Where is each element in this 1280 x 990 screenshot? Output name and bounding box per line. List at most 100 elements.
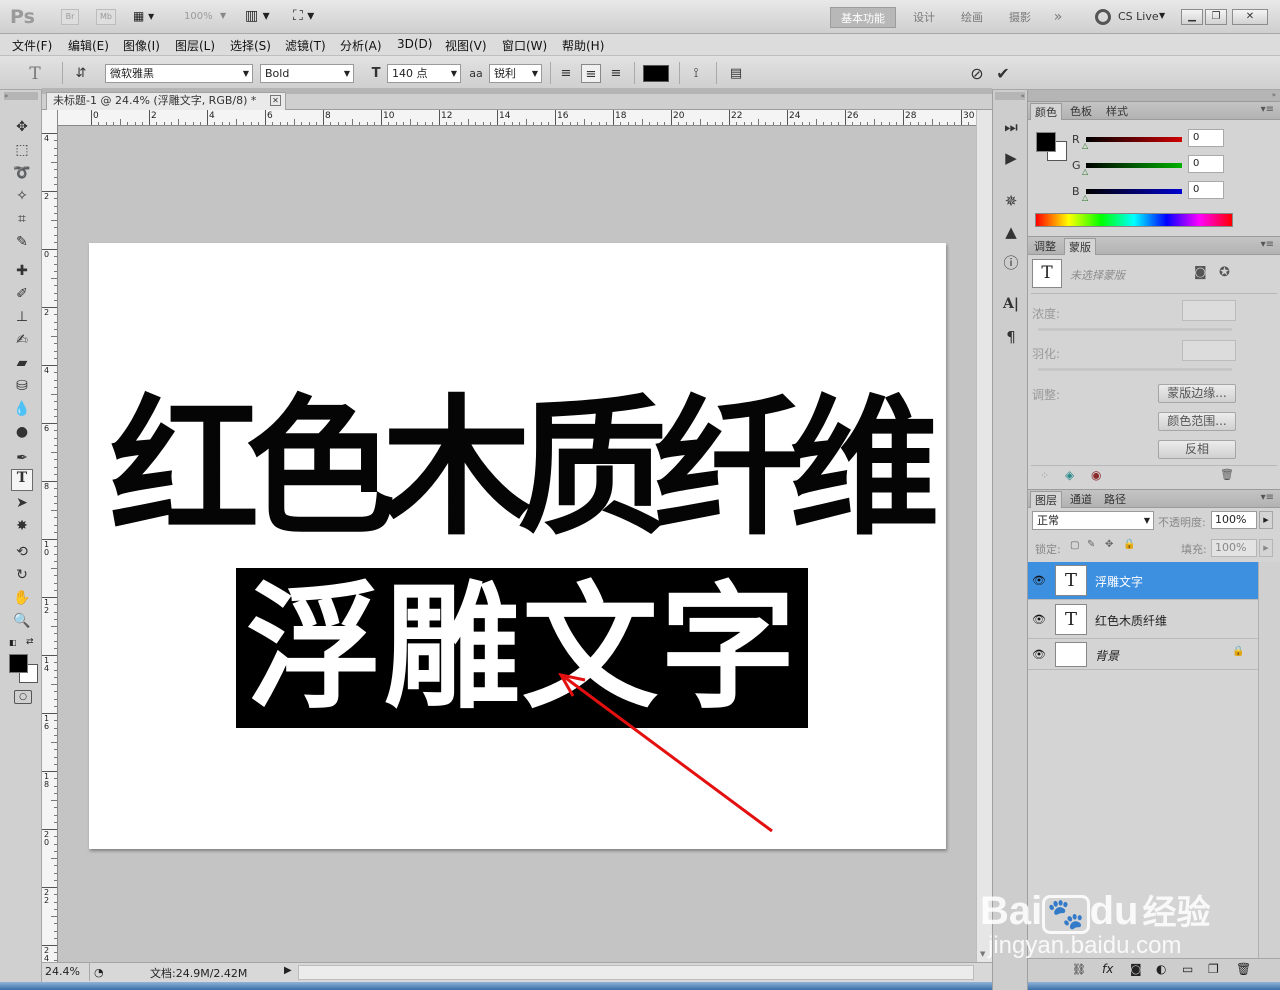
- lock-all-icon[interactable]: 🔒: [1123, 539, 1135, 550]
- tab-adjustments[interactable]: 调整: [1030, 238, 1060, 255]
- slider-handle-icon[interactable]: △: [1082, 141, 1088, 150]
- paint-bucket-tool-icon[interactable]: ⛁: [11, 375, 33, 397]
- visibility-eye-icon[interactable]: 👁: [1031, 573, 1047, 589]
- menu-layer[interactable]: 图层(L): [175, 37, 215, 54]
- close-window-button[interactable]: ✕: [1232, 9, 1268, 25]
- horizontal-scrollbar[interactable]: [298, 965, 974, 980]
- info-panel-icon[interactable]: ⓘ: [1000, 252, 1022, 274]
- opacity-input[interactable]: 100%: [1211, 511, 1257, 529]
- delete-mask-icon[interactable]: 🗑: [1220, 468, 1234, 481]
- opacity-slider-arrow-icon[interactable]: ▶: [1259, 511, 1273, 529]
- menu-analysis[interactable]: 分析(A): [340, 37, 382, 54]
- fill-input[interactable]: 100%: [1211, 539, 1257, 557]
- font-family-select[interactable]: 微软雅黑 ▼: [105, 64, 253, 83]
- type-tool-icon[interactable]: T: [11, 469, 33, 491]
- zoom-tool-icon[interactable]: 🔍: [11, 610, 33, 632]
- channel-b-input[interactable]: 0: [1188, 181, 1224, 199]
- workspace-photography[interactable]: 摄影: [1002, 7, 1038, 28]
- histogram-panel-icon[interactable]: ▲: [1000, 221, 1022, 243]
- tab-color[interactable]: 颜色: [1030, 103, 1062, 120]
- invert-button[interactable]: 反相: [1158, 440, 1236, 459]
- slider-handle-icon[interactable]: △: [1082, 193, 1088, 202]
- scroll-down-icon[interactable]: ▼: [980, 950, 985, 958]
- default-colors-icon[interactable]: ◧: [9, 638, 17, 647]
- extras-menu[interactable]: ▦ ▾: [133, 9, 165, 25]
- menu-3d[interactable]: 3D(D): [397, 37, 432, 51]
- history-panel-icon[interactable]: ⏭: [1000, 116, 1022, 138]
- character-panel-icon[interactable]: ▤: [726, 64, 746, 83]
- slider-handle-icon[interactable]: △: [1082, 167, 1088, 176]
- visibility-eye-icon[interactable]: 👁: [1031, 612, 1047, 628]
- screen-mode-icon[interactable]: ⛶ ▾: [293, 8, 314, 24]
- apply-mask-icon[interactable]: ◈: [1065, 468, 1074, 482]
- menu-help[interactable]: 帮助(H): [562, 37, 604, 54]
- delete-layer-icon[interactable]: 🗑: [1236, 962, 1251, 976]
- layer-row-red-wood[interactable]: 👁 T 红色木质纤维: [1028, 601, 1258, 639]
- font-size-select[interactable]: 140 点 ▼: [387, 64, 461, 83]
- layer-row-background[interactable]: 👁 背景 🔒: [1028, 640, 1258, 670]
- link-layers-icon[interactable]: ⛓: [1072, 963, 1086, 976]
- actions-panel-icon[interactable]: ▶: [1000, 147, 1022, 169]
- layer-name[interactable]: 红色木质纤维: [1095, 612, 1167, 629]
- warp-text-icon[interactable]: ⟟: [686, 64, 706, 83]
- panel-menu-icon[interactable]: ▾≡: [1261, 492, 1274, 503]
- cs-live-dropdown-icon[interactable]: ▼: [1159, 11, 1165, 20]
- text-orientation-icon[interactable]: ⇵: [71, 64, 91, 83]
- visibility-eye-icon[interactable]: 👁: [1031, 647, 1047, 663]
- feather-slider[interactable]: [1038, 368, 1232, 371]
- channel-b-slider[interactable]: [1086, 189, 1182, 194]
- layer-name[interactable]: 背景: [1095, 647, 1119, 664]
- restore-button[interactable]: ❐: [1205, 9, 1227, 25]
- menu-window[interactable]: 窗口(W): [502, 37, 547, 54]
- quick-select-tool-icon[interactable]: ✧: [11, 185, 33, 207]
- new-group-icon[interactable]: ▭: [1182, 962, 1193, 976]
- workspace-painting[interactable]: 绘画: [954, 7, 990, 28]
- adjustment-layer-icon[interactable]: ◐: [1156, 962, 1166, 976]
- align-center-icon[interactable]: ≡: [581, 64, 601, 83]
- lasso-tool-icon[interactable]: ➰: [11, 162, 33, 184]
- fill-slider-arrow-icon[interactable]: ▶: [1259, 539, 1273, 557]
- eraser-tool-icon[interactable]: ▰: [11, 352, 33, 374]
- panels-collapse-icon[interactable]: »: [1028, 90, 1280, 101]
- density-input[interactable]: [1182, 300, 1236, 321]
- channel-g-input[interactable]: 0: [1188, 155, 1224, 173]
- close-tab-icon[interactable]: ✕: [270, 95, 281, 106]
- vector-mask-icon[interactable]: ✪: [1219, 265, 1230, 280]
- cancel-edit-icon[interactable]: ⊘: [967, 64, 987, 83]
- history-brush-tool-icon[interactable]: ✍: [11, 329, 33, 351]
- minimize-button[interactable]: ▁: [1181, 9, 1203, 25]
- marquee-tool-icon[interactable]: ⬚: [11, 139, 33, 161]
- document-canvas[interactable]: 红色木质纤维 浮雕文字: [89, 243, 946, 849]
- brush-tool-icon[interactable]: ✐: [11, 283, 33, 305]
- panel-collapse-icon[interactable]: »: [4, 92, 38, 100]
- align-right-icon[interactable]: ≡: [606, 64, 626, 83]
- lock-pixels-icon[interactable]: ✎: [1087, 539, 1095, 550]
- font-style-select[interactable]: Bold ▼: [260, 64, 354, 83]
- zoom-level-menu[interactable]: 100%: [184, 11, 213, 22]
- lock-transparency-icon[interactable]: ▢: [1070, 540, 1079, 551]
- hand-tool-icon[interactable]: ✋: [11, 587, 33, 609]
- 3d-orbit-tool-icon[interactable]: ↻: [11, 564, 33, 586]
- cs-live-menu[interactable]: CS Live: [1118, 10, 1159, 23]
- dodge-tool-icon[interactable]: ●: [11, 421, 33, 443]
- tab-styles[interactable]: 样式: [1102, 103, 1132, 120]
- menu-edit[interactable]: 编辑(E): [68, 37, 109, 54]
- menu-view[interactable]: 视图(V): [445, 37, 487, 54]
- eyedropper-tool-icon[interactable]: ✎: [11, 231, 33, 253]
- commit-edit-icon[interactable]: ✔: [993, 64, 1013, 83]
- pixel-mask-icon[interactable]: ◙: [1194, 265, 1207, 280]
- navigator-panel-icon[interactable]: ✵: [1000, 190, 1022, 212]
- tool-preset-picker[interactable]: T: [20, 64, 50, 84]
- shape-tool-icon[interactable]: ✸: [11, 515, 33, 537]
- crop-tool-icon[interactable]: ⌗: [11, 208, 33, 230]
- status-menu-arrow-icon[interactable]: ▶: [284, 965, 292, 976]
- mask-edge-button[interactable]: 蒙版边缘...: [1158, 384, 1236, 403]
- workspace-essentials[interactable]: 基本功能: [830, 7, 896, 28]
- layer-style-icon[interactable]: fx: [1102, 962, 1113, 976]
- panel-menu-icon[interactable]: ▾≡: [1261, 239, 1274, 250]
- workspace-design[interactable]: 设计: [906, 7, 942, 28]
- swap-colors-icon[interactable]: ⇄: [26, 637, 34, 647]
- align-left-icon[interactable]: ≡: [556, 64, 576, 83]
- menu-select[interactable]: 选择(S): [230, 37, 271, 54]
- layer-name[interactable]: 浮雕文字: [1095, 573, 1143, 590]
